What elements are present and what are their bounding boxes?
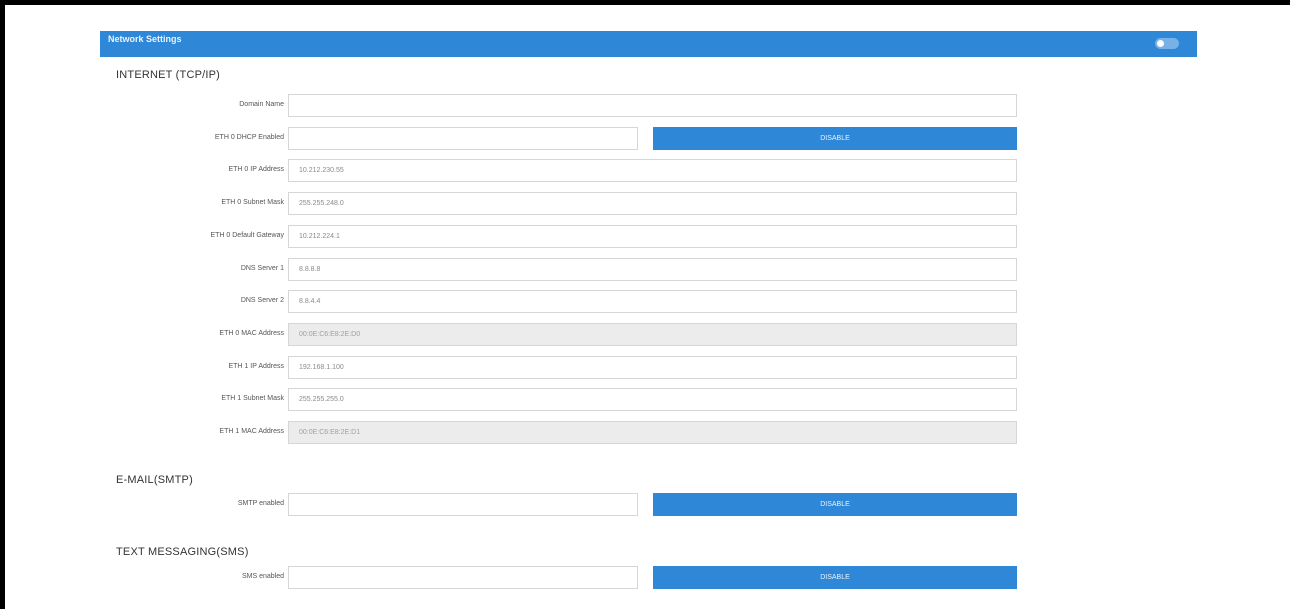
section-title-email: E-MAIL(SMTP) bbox=[116, 474, 193, 486]
smtp-disable-button[interactable]: DISABLE bbox=[653, 493, 1017, 516]
window-frame-top bbox=[0, 0, 1290, 5]
row-dhcp: ETH 0 DHCP Enabled DISABLE bbox=[0, 127, 1290, 152]
section-title-internet: INTERNET (TCP/IP) bbox=[116, 69, 221, 81]
toggle-icon[interactable] bbox=[1155, 38, 1179, 49]
titlebar-title: Network Settings bbox=[108, 34, 182, 44]
row-dns2: DNS Server 2 8.8.4.4 bbox=[0, 290, 1290, 315]
row-eth0-ip: ETH 0 IP Address 10.212.230.55 bbox=[0, 159, 1290, 184]
settings-titlebar: Network Settings bbox=[100, 31, 1197, 57]
row-sms: SMS enabled DISABLE bbox=[0, 566, 1290, 591]
toggle-knob bbox=[1157, 40, 1164, 47]
row-eth1-mac: ETH 1 MAC Address 00:0E:C6:E8:2E:D1 bbox=[0, 421, 1290, 446]
row-eth1-ip: ETH 1 IP Address 192.168.1.100 bbox=[0, 356, 1290, 381]
eth1-mask-label: ETH 1 Subnet Mask bbox=[221, 395, 284, 402]
domain-name-label: Domain Name bbox=[239, 101, 284, 108]
sms-label: SMS enabled bbox=[241, 573, 284, 580]
dhcp-label: ETH 0 DHCP Enabled bbox=[214, 134, 284, 141]
eth1-ip-label: ETH 1 IP Address bbox=[228, 363, 284, 370]
row-smtp: SMTP enabled DISABLE bbox=[0, 493, 1290, 518]
domain-name-input[interactable] bbox=[288, 94, 1017, 117]
eth1-mac-input: 00:0E:C6:E8:2E:D1 bbox=[288, 421, 1017, 444]
sms-status-field bbox=[288, 566, 638, 589]
dhcp-disable-button[interactable]: DISABLE bbox=[653, 127, 1017, 150]
smtp-status-field bbox=[288, 493, 638, 516]
dns2-label: DNS Server 2 bbox=[240, 297, 284, 304]
sms-disable-button[interactable]: DISABLE bbox=[653, 566, 1017, 589]
row-eth0-mask: ETH 0 Subnet Mask 255.255.248.0 bbox=[0, 192, 1290, 217]
eth0-ip-input[interactable]: 10.212.230.55 bbox=[288, 159, 1017, 182]
eth1-ip-input[interactable]: 192.168.1.100 bbox=[288, 356, 1017, 379]
eth0-gateway-label: ETH 0 Default Gateway bbox=[210, 232, 284, 239]
eth0-mac-input: 00:0E:C6:E8:2E:D0 bbox=[288, 323, 1017, 346]
dns2-input[interactable]: 8.8.4.4 bbox=[288, 290, 1017, 313]
dns1-label: DNS Server 1 bbox=[240, 265, 284, 272]
row-eth0-mac: ETH 0 MAC Address 00:0E:C6:E8:2E:D0 bbox=[0, 323, 1290, 348]
eth0-gateway-input[interactable]: 10.212.224.1 bbox=[288, 225, 1017, 248]
row-domain-name: Domain Name bbox=[0, 94, 1290, 119]
eth0-mac-label: ETH 0 MAC Address bbox=[219, 330, 284, 337]
dhcp-status-field bbox=[288, 127, 638, 150]
row-eth1-mask: ETH 1 Subnet Mask 255.255.255.0 bbox=[0, 388, 1290, 413]
dns1-input[interactable]: 8.8.8.8 bbox=[288, 258, 1017, 281]
section-title-sms: TEXT MESSAGING(SMS) bbox=[116, 546, 249, 558]
smtp-label: SMTP enabled bbox=[237, 500, 284, 507]
eth0-mask-input[interactable]: 255.255.248.0 bbox=[288, 192, 1017, 215]
row-eth0-gateway: ETH 0 Default Gateway 10.212.224.1 bbox=[0, 225, 1290, 250]
eth0-mask-label: ETH 0 Subnet Mask bbox=[221, 199, 284, 206]
eth1-mask-input[interactable]: 255.255.255.0 bbox=[288, 388, 1017, 411]
eth0-ip-label: ETH 0 IP Address bbox=[228, 166, 284, 173]
row-dns1: DNS Server 1 8.8.8.8 bbox=[0, 258, 1290, 283]
eth1-mac-label: ETH 1 MAC Address bbox=[219, 428, 284, 435]
